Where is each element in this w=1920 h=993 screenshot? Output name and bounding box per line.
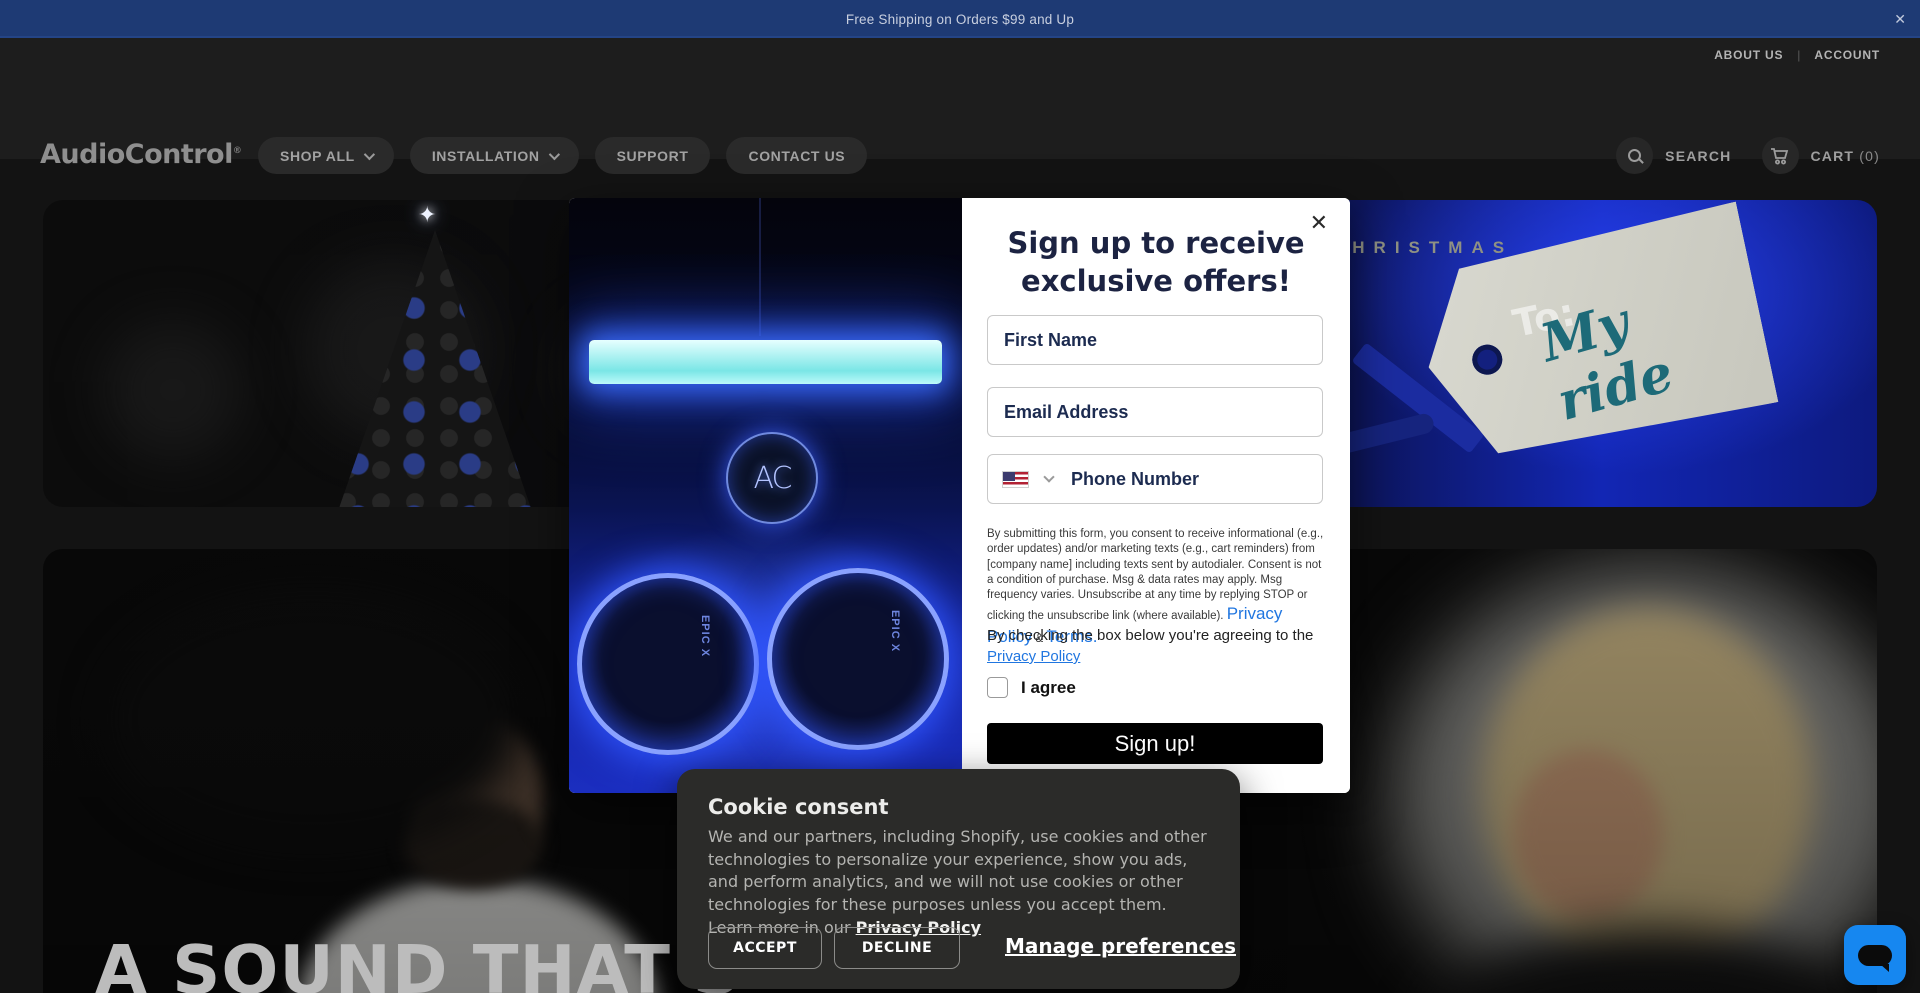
neon-light-bar: [589, 340, 942, 384]
announcement-text: Free Shipping on Orders $99 and Up: [846, 12, 1074, 27]
chevron-down-icon: [364, 148, 375, 159]
nav-support-label: SUPPORT: [617, 148, 689, 164]
gift-tag-hole: [1469, 342, 1505, 378]
search-button[interactable]: [1616, 137, 1653, 174]
announcement-bar: Free Shipping on Orders $99 and Up ✕: [0, 0, 1920, 38]
nav-shop-all[interactable]: SHOP ALL: [258, 137, 394, 174]
christmas-text: CHRISTMAS: [1331, 238, 1513, 258]
search-icon: [1628, 149, 1641, 162]
trunk-subwoofer-image: AC EPIC X EPIC X: [569, 198, 962, 793]
utility-nav: ABOUT US | ACCOUNT: [1714, 48, 1880, 62]
signup-submit-button[interactable]: Sign up!: [987, 723, 1323, 764]
agree-checkbox[interactable]: [987, 677, 1008, 698]
ac-logo-emblem: AC: [726, 432, 818, 524]
chat-launcher-button[interactable]: [1844, 925, 1906, 985]
subwoofer-left: EPIC X: [577, 573, 759, 755]
tree-star-icon: ✦: [418, 202, 436, 228]
page: Free Shipping on Orders $99 and Up ✕ ABO…: [0, 0, 1920, 993]
signup-form: ✕ Sign up to receive exclusive offers! B…: [962, 198, 1350, 793]
first-name-input[interactable]: [988, 316, 1322, 364]
chat-bubble-icon: [1858, 945, 1892, 966]
cookie-manage-preferences-link[interactable]: Manage preferences: [1005, 934, 1236, 958]
chevron-down-icon: [548, 148, 559, 159]
cart-label[interactable]: CART (0): [1811, 148, 1881, 164]
header-actions: SEARCH CART (0): [1616, 137, 1880, 174]
main-nav: SHOP ALL INSTALLATION SUPPORT CONTACT US: [258, 137, 867, 174]
phone-input[interactable]: [1053, 455, 1322, 503]
announcement-close-icon[interactable]: ✕: [1894, 0, 1906, 38]
first-name-field-wrap: [987, 315, 1323, 365]
nav-installation[interactable]: INSTALLATION: [410, 137, 579, 174]
gift-tag-name: My ride: [1534, 256, 1776, 433]
cookie-body: We and our partners, including Shopify, …: [708, 826, 1213, 940]
cart-count: (0): [1859, 148, 1880, 164]
subwoofer-brand-text: EPIC X: [889, 610, 901, 652]
main-header: AudioControl® SHOP ALL INSTALLATION SUPP…: [0, 115, 1920, 197]
agree-checkbox-label: I agree: [1021, 678, 1076, 698]
registered-mark: ®: [233, 146, 242, 156]
cart-label-text: CART: [1811, 148, 1855, 164]
modal-title-line2: exclusive offers!: [1021, 264, 1291, 298]
modal-title: Sign up to receive exclusive offers!: [962, 224, 1350, 300]
hero-headline: A SOUND THAT'S: [95, 931, 742, 993]
trunk-seam: [759, 198, 761, 336]
privacy-policy-link[interactable]: Privacy Policy: [987, 648, 1080, 665]
ac-logo-text: AC: [754, 461, 791, 496]
nav-contact-us[interactable]: CONTACT US: [726, 137, 867, 174]
utility-separator: |: [1797, 48, 1800, 62]
cookie-decline-button[interactable]: DECLINE: [834, 927, 960, 969]
agree-prefix: By checking the box below you're agreein…: [987, 627, 1313, 644]
email-field-wrap: [987, 387, 1323, 437]
modal-title-line1: Sign up to receive: [1007, 226, 1304, 260]
nav-support[interactable]: SUPPORT: [595, 137, 711, 174]
account-link[interactable]: ACCOUNT: [1814, 48, 1880, 62]
signup-modal: AC EPIC X EPIC X ✕ Sign up to receive ex…: [569, 198, 1350, 793]
cart-icon: [1770, 147, 1790, 165]
nav-shop-all-label: SHOP ALL: [280, 148, 355, 164]
cookie-consent-dialog: Cookie consent We and our partners, incl…: [677, 769, 1240, 989]
us-flag-icon[interactable]: [1002, 471, 1029, 488]
subwoofer-brand-text: EPIC X: [699, 615, 711, 657]
cookie-title: Cookie consent: [708, 795, 889, 819]
header: ABOUT US | ACCOUNT AudioControl® SHOP AL…: [0, 38, 1920, 159]
phone-field-wrap: [987, 454, 1323, 504]
nav-contact-us-label: CONTACT US: [748, 148, 845, 164]
brand-logo-text: AudioControl: [40, 139, 233, 170]
search-label[interactable]: SEARCH: [1665, 148, 1731, 164]
nav-installation-label: INSTALLATION: [432, 148, 540, 164]
bokeh-light: [103, 320, 243, 460]
agree-checkbox-row: I agree: [987, 677, 1076, 698]
cart-button[interactable]: [1762, 137, 1799, 174]
about-us-link[interactable]: ABOUT US: [1714, 48, 1783, 62]
brand-logo[interactable]: AudioControl®: [40, 139, 241, 170]
subwoofer-right: EPIC X: [767, 568, 949, 750]
email-input[interactable]: [988, 388, 1322, 436]
agree-text: By checking the box below you're agreein…: [987, 625, 1327, 667]
cookie-accept-button[interactable]: ACCEPT: [708, 927, 822, 969]
